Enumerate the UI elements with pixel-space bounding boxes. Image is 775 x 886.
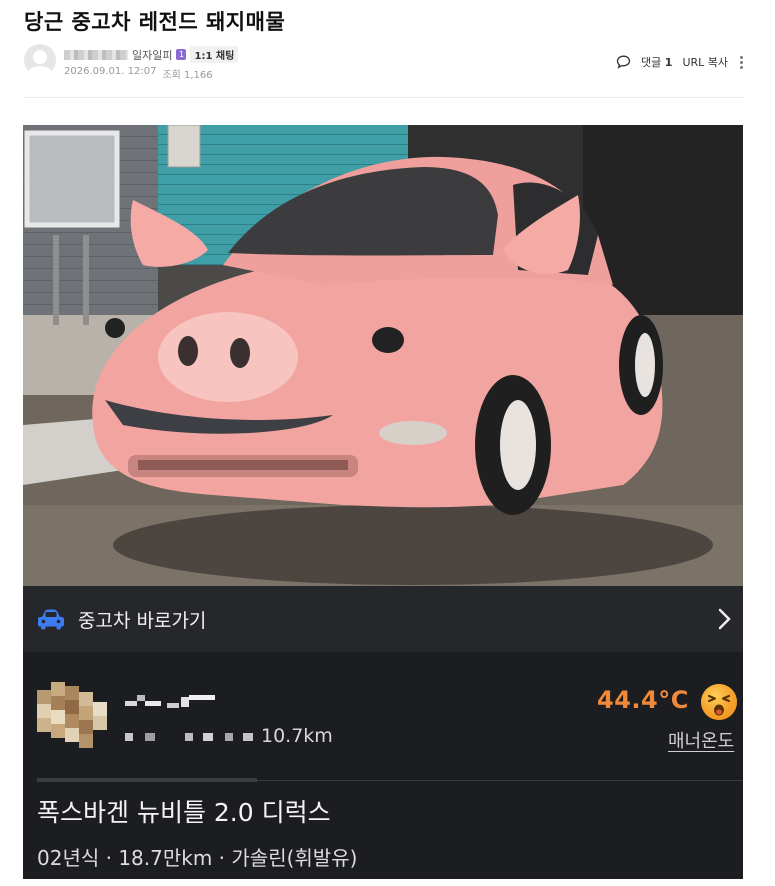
car-icon (37, 608, 65, 630)
more-options-icon[interactable] (738, 55, 744, 69)
panel-divider-highlight (37, 778, 257, 782)
post-meta: 일자일피 1 1:1 채팅 2026.09.01. 12:07 조회 1,166… (24, 44, 744, 84)
url-copy-button[interactable]: URL 복사 (682, 54, 728, 70)
comment-label: 댓글 (641, 56, 662, 69)
author-row: 일자일피 1 1:1 채팅 (64, 46, 239, 63)
pixelated-location (125, 728, 259, 741)
comment-button[interactable]: 댓글 1 (641, 54, 672, 70)
used-car-shortcut-label: 중고차 바로가기 (78, 610, 207, 632)
post-date: 2026.09.01. 12:07 (64, 66, 157, 77)
chat-button[interactable]: 1:1 채팅 (190, 46, 239, 63)
comment-count: 1 (664, 56, 673, 69)
market-listing-panel: 중고차 바로가기 10.7km 44.4°C 매너온도 폭스바겐 뉴비틀 2.0… (23, 586, 743, 879)
date-row: 2026.09.01. 12:07 조회 1,166 (64, 66, 213, 81)
manner-temperature-label[interactable]: 매너온도 (668, 727, 734, 753)
chevron-right-icon[interactable] (717, 607, 733, 631)
pig-car-photo[interactable] (23, 125, 743, 586)
author-tag: 일자일피 (132, 48, 173, 62)
header-divider (24, 97, 744, 98)
pixelated-author-name[interactable] (64, 49, 128, 60)
view-count: 조회 1,166 (162, 70, 213, 81)
comment-icon[interactable] (616, 55, 631, 69)
manner-temperature: 44.4°C (597, 686, 689, 714)
excited-face-icon (700, 683, 738, 721)
distance-label: 10.7km (261, 725, 333, 747)
pixelated-seller-name (125, 691, 217, 713)
seller-profile-image[interactable] (37, 682, 107, 748)
post-actions: 댓글 1 URL 복사 (616, 54, 744, 70)
listing-specs: 02년식 · 18.7만km · 가솔린(휘발유) (37, 846, 358, 870)
level-badge-icon: 1 (176, 49, 187, 60)
listing-title[interactable]: 폭스바겐 뉴비틀 2.0 디럭스 (37, 793, 331, 829)
avatar[interactable] (24, 44, 56, 76)
used-car-shortcut-bar[interactable]: 중고차 바로가기 (23, 586, 743, 652)
post-title: 당근 중고차 레전드 돼지매물 (24, 10, 286, 34)
